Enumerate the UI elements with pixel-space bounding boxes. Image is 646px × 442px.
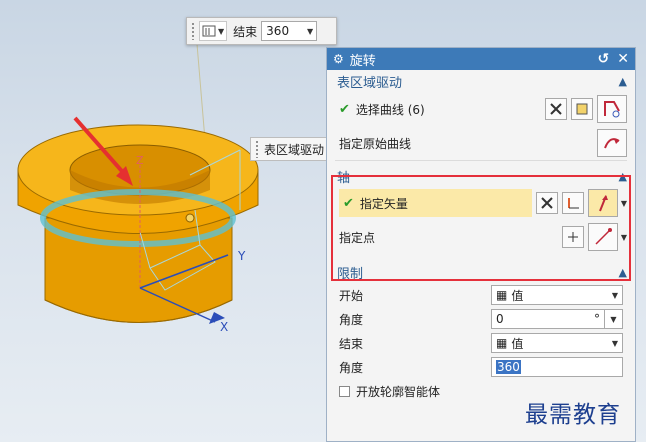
open-profile-label: 开放轮廓智能体	[356, 384, 441, 399]
sketch-icon	[576, 103, 588, 115]
region-drive-tip: 表区域驱动	[250, 137, 332, 161]
end-label: 结束	[339, 336, 364, 351]
limit-type-combo[interactable]: ▼	[199, 21, 228, 41]
origin-curve-row[interactable]: 指定原始曲线	[327, 126, 635, 160]
end-label: 结束	[233, 24, 258, 39]
reset-icon[interactable]: ↺	[598, 51, 610, 67]
cross-curve-icon	[550, 103, 562, 115]
angle-start-field[interactable]: 0 ° ▼	[491, 309, 623, 329]
gear-icon[interactable]: ⚙	[333, 52, 344, 66]
region-drive-tip-label: 表区域驱动	[264, 142, 325, 157]
end-type-select[interactable]: ▦ 值 ▼	[491, 333, 623, 353]
chevron-down-icon: ▼	[611, 338, 618, 348]
angle-start-value: 0	[496, 312, 504, 326]
axis-highlight-box	[331, 175, 631, 281]
section-curve-icon	[604, 101, 620, 118]
curve-rule-button[interactable]	[545, 98, 567, 120]
axis-label-z: Z	[136, 154, 144, 167]
chevron-down-icon: ▼	[218, 26, 225, 36]
angle-start-row: 角度 0 ° ▼	[327, 307, 635, 331]
origin-curve-button[interactable]	[597, 129, 627, 157]
watermark: 最需教育	[525, 402, 621, 428]
value-icon	[202, 25, 216, 37]
group-region-header[interactable]: 表区域驱动 ▲	[327, 70, 635, 92]
check-icon: ✔	[339, 101, 350, 117]
end-value-select[interactable]: 360 ▼	[261, 21, 318, 41]
angle-end-value: 360	[496, 360, 521, 374]
dialog-title: 旋转	[349, 53, 376, 69]
angle-end-row: 角度 360	[327, 355, 635, 379]
angle-unit: °	[594, 312, 600, 326]
open-profile-checkbox[interactable]	[339, 385, 350, 397]
dialog-titlebar: ⚙ 旋转 ↺ ✕	[327, 48, 635, 70]
section-button[interactable]	[597, 95, 627, 123]
grip-handle	[255, 140, 259, 158]
axis-label-y: Y	[237, 249, 246, 263]
floating-limit-toolbar: ▼ 结束 360 ▼	[186, 17, 337, 45]
select-curve-row[interactable]: ✔ 选择曲线 (6)	[327, 92, 635, 126]
start-label: 开始	[339, 288, 364, 303]
end-value: 360	[266, 24, 290, 38]
origin-curve-label: 指定原始曲线	[339, 136, 412, 151]
start-type-select[interactable]: ▦ 值 ▼	[491, 285, 623, 305]
select-curve-label: 选择曲线 (6)	[355, 102, 425, 117]
value-icon: ▦	[496, 336, 508, 350]
angle-end-field[interactable]: 360	[491, 357, 623, 377]
angle-start-label: 角度	[339, 312, 364, 327]
start-row: 开始 ▦ 值 ▼	[327, 283, 635, 307]
group-region-title: 表区域驱动	[337, 75, 403, 91]
end-type-value: 值	[511, 336, 524, 351]
end-row: 结束 ▦ 值 ▼	[327, 331, 635, 355]
divider	[335, 160, 627, 161]
axis-handle	[185, 213, 195, 223]
curve-arrow-icon	[604, 138, 620, 149]
start-type-value: 值	[511, 288, 524, 303]
collapse-icon[interactable]: ▲	[619, 75, 627, 88]
value-icon: ▦	[496, 288, 508, 302]
angle-end-label: 角度	[339, 360, 364, 375]
axis-label-x: X	[220, 320, 228, 334]
close-icon[interactable]: ✕	[617, 51, 629, 67]
chevron-down-icon: ▼	[307, 26, 314, 36]
grip-handle[interactable]	[191, 22, 195, 40]
chevron-down-icon[interactable]: ▼	[605, 309, 623, 329]
chevron-down-icon: ▼	[611, 290, 618, 300]
sketch-button[interactable]	[571, 98, 593, 120]
